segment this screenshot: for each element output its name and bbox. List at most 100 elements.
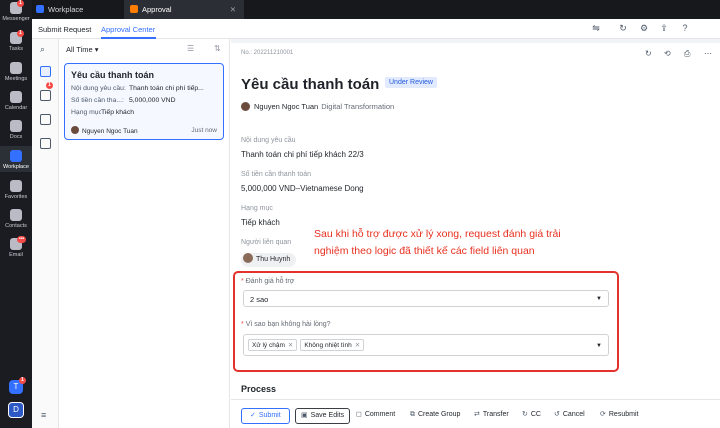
tab-workplace[interactable]: Workplace (32, 0, 120, 19)
refresh-icon[interactable]: ↻ (645, 49, 652, 58)
close-icon[interactable]: ✕ (355, 342, 360, 349)
chevron-down-icon: ▼ (596, 296, 602, 302)
request-card[interactable]: Yêu cầu thanh toán Nội dung yêu cầu: Than… (64, 63, 224, 140)
cc-button[interactable]: ↻ CC (522, 408, 541, 424)
rail-item-calendar[interactable]: Calendar (0, 91, 32, 111)
time-filter[interactable]: All Time ▾ (66, 45, 99, 54)
refresh-icon[interactable]: ↻ (618, 23, 628, 33)
card-row: Số tiền cần tha...: 5,000,000 VND (71, 97, 176, 104)
reason-multiselect[interactable]: Xử lý chậm ✕ Không nhiệt tình ✕ ▼ (243, 334, 609, 356)
field-label: Hạng mục (241, 205, 273, 212)
approval-app: Submit Request Approval Center ⇋ ↻ ⚙ ⇪ ?… (32, 19, 720, 428)
document-icon[interactable] (40, 114, 51, 125)
history-icon[interactable]: ⟲ (664, 49, 671, 58)
reason-tag[interactable]: Xử lý chậm ✕ (248, 339, 298, 351)
page-title: Yêu cầu thanh toán (241, 76, 380, 93)
help-icon[interactable]: ? (680, 23, 690, 33)
reason-label: * Vì sao bạn không hài lòng? (241, 321, 331, 328)
app-rail: Messenger 1 Tasks 1 Meetings Calendar Docs… (0, 0, 32, 428)
request-number: No.: 202211210001 (241, 50, 294, 56)
resubmit-button[interactable]: ⟳ Resubmit (600, 408, 638, 424)
archive-icon[interactable] (40, 90, 51, 101)
close-icon[interactable]: ✕ (288, 342, 293, 349)
search-icon[interactable]: ⌕ (40, 44, 45, 55)
cancel-button[interactable]: ↺ Cancel (554, 408, 585, 424)
rail-item-messenger[interactable]: Messenger 1 (0, 0, 32, 22)
status-badge: Under Review (385, 77, 437, 88)
avatar (243, 253, 253, 263)
email-badge: ••• (17, 236, 27, 243)
secondary-sidebar: ⌕ 1 ≡ (32, 39, 59, 428)
workplace-icon (36, 5, 44, 13)
sort-icon[interactable]: ⇅ (214, 44, 221, 53)
org-avatar[interactable]: D (8, 402, 24, 418)
related-person-chip[interactable]: Thu Huynh (241, 253, 297, 267)
person-icon (10, 209, 22, 221)
rail-item-tasks[interactable]: Tasks 1 (0, 30, 32, 52)
field-label: Số tiền cần thanh toán (241, 171, 312, 178)
create-group-button[interactable]: ⧉ Create Group (410, 408, 460, 424)
request-list-pane: All Time ▾ ☰ ⇅ Yêu cầu thanh toán Nội du… (59, 39, 230, 428)
avatar (71, 126, 79, 134)
rail-item-docs[interactable]: Docs (0, 120, 32, 140)
highlight-box: * Đánh giá hỗ trợ 2 sao ▼ * Vì sao bạn khôn… (233, 271, 619, 372)
gear-icon[interactable]: ⚙ (639, 23, 649, 33)
rail-item-workplace[interactable]: Workplace (0, 146, 32, 172)
list-view-icon[interactable]: ☰ (187, 44, 194, 53)
comment-icon: ◻ (356, 411, 362, 418)
comment-button[interactable]: ◻ Comment (356, 408, 395, 424)
rail-item-email[interactable]: Email ••• (0, 236, 32, 258)
approval-icon (130, 5, 138, 13)
rail-item-favorites[interactable]: Favorites (0, 180, 32, 200)
field-label: Nội dung yêu cầu (241, 137, 296, 144)
annotation-note: Sau khi hỗ trợ được xử lý xong, request … (314, 228, 561, 257)
print-icon[interactable]: ⎙ (684, 49, 690, 59)
card-time: Just now (191, 127, 217, 134)
rating-select[interactable]: 2 sao ▼ (243, 290, 609, 307)
app-window: Messenger 1 Tasks 1 Meetings Calendar Docs… (0, 0, 720, 428)
reason-tag[interactable]: Không nhiệt tình ✕ (300, 339, 365, 351)
grid-icon (10, 150, 22, 162)
avatar (241, 102, 250, 111)
close-icon[interactable]: ✕ (230, 0, 236, 19)
detail-panel: No.: 202211210001 ↻ ⟲ ⎙ ⋯ Yêu cầu thanh … (231, 43, 720, 428)
group-icon: ⧉ (410, 411, 415, 418)
request-detail: No.: 202211210001 ↻ ⟲ ⎙ ⋯ Yêu cầu thanh … (231, 39, 720, 428)
messenger-badge: 1 (17, 0, 24, 7)
resubmit-icon: ⟳ (600, 411, 606, 418)
undo-icon: ↺ (554, 411, 560, 418)
action-bar: ✓ Submit ▣ Save Edits ◻ Comment ⧉ Create Gro… (231, 399, 720, 428)
chevron-down-icon: ▼ (596, 343, 602, 349)
video-icon (10, 62, 22, 74)
user-badge: 1 (19, 377, 26, 384)
card-title: Yêu cầu thanh toán (71, 70, 155, 80)
calendar-icon (10, 91, 22, 103)
card-row: Hạng mục:Tiếp khách (71, 109, 134, 116)
menu-icon[interactable]: ≡ (41, 410, 46, 420)
inbox-badge: 1 (46, 82, 53, 89)
stack-icon[interactable] (40, 138, 51, 149)
tasks-badge: 1 (17, 30, 24, 37)
field-value: Tiếp khách (241, 218, 280, 227)
transfer-icon: ⇄ (474, 411, 480, 418)
save-icon: ▣ (301, 412, 308, 419)
rail-item-meetings[interactable]: Meetings (0, 62, 32, 82)
check-icon: ✓ (250, 412, 256, 419)
submit-button[interactable]: ✓ Submit (241, 408, 290, 424)
more-icon[interactable]: ⋯ (704, 49, 712, 58)
rail-item-contacts[interactable]: Contacts (0, 209, 32, 229)
tab-approval[interactable]: Approval ✕ (124, 0, 244, 19)
tab-submit-request[interactable]: Submit Request (38, 25, 91, 34)
inbox-icon[interactable] (40, 66, 51, 77)
process-heading: Process (241, 384, 277, 394)
tab-approval-center[interactable]: Approval Center (101, 25, 155, 34)
docs-icon (10, 120, 22, 132)
filter-settings-icon[interactable]: ⇋ (591, 23, 601, 33)
share-icon[interactable]: ⇪ (659, 23, 669, 33)
tab-bar: Workplace Approval ✕ (32, 0, 720, 19)
transfer-button[interactable]: ⇄ Transfer (474, 408, 509, 424)
submitter: Nguyen Ngoc Tuan Digital Transformation (241, 102, 394, 111)
save-edits-button[interactable]: ▣ Save Edits (295, 408, 351, 424)
field-value: Thanh toán chi phí tiếp khách 22/3 (241, 150, 364, 159)
cc-icon: ↻ (522, 411, 528, 418)
